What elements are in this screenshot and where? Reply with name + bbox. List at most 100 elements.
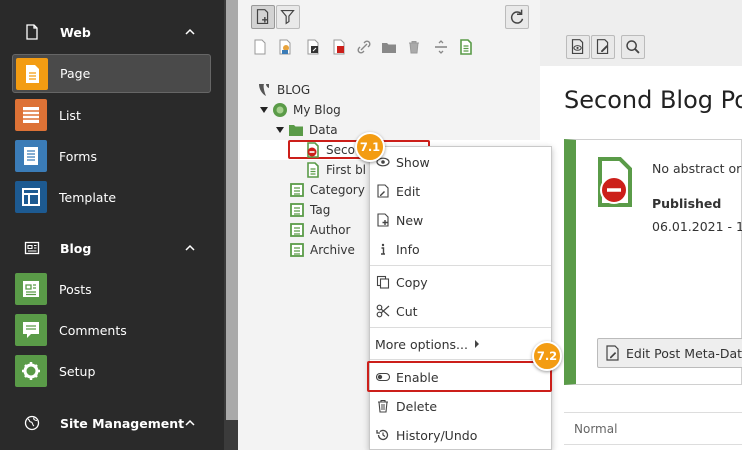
context-menu-copy[interactable]: Copy — [370, 268, 551, 296]
module-forms[interactable]: Forms — [12, 137, 211, 176]
info-icon — [381, 243, 385, 255]
tree-node-archive[interactable]: Archive — [289, 240, 355, 260]
column-label-normal: Normal — [574, 422, 618, 436]
module-list[interactable]: List — [12, 96, 211, 135]
column-divider — [564, 444, 742, 445]
folder-icon[interactable] — [381, 39, 397, 55]
search-icon — [626, 40, 640, 54]
menu-divider — [370, 359, 551, 360]
link-icon[interactable] — [356, 39, 372, 55]
module-label-posts: Posts — [59, 282, 92, 297]
chevron-up-icon — [185, 419, 195, 426]
tree-node-label: Tag — [310, 203, 331, 217]
module-label-forms: Forms — [59, 149, 98, 164]
tree-node-post[interactable]: First bl — [305, 160, 366, 180]
tree-node-label: Data — [309, 123, 338, 137]
tree-node-author[interactable]: Author — [289, 220, 350, 240]
context-menu-edit[interactable]: Edit — [370, 177, 551, 205]
caret-right-icon — [475, 340, 479, 348]
tree-node-selected[interactable]: Seco — [305, 140, 355, 160]
module-group-label: Site Management — [60, 415, 185, 431]
context-menu-more-options[interactable]: More options... — [370, 330, 551, 358]
context-menu-new[interactable]: New — [370, 206, 551, 234]
blog-page-icon — [290, 203, 304, 217]
edit-icon — [377, 184, 389, 198]
module-menu-scrollbar[interactable] — [226, 0, 238, 420]
module-setup[interactable]: Setup — [12, 352, 211, 391]
refresh-icon — [510, 9, 524, 24]
edit-post-meta-label: Edit Post Meta-Data — [626, 345, 742, 361]
external-link-page-icon[interactable] — [331, 39, 347, 55]
module-group-blog[interactable]: Blog — [0, 231, 224, 265]
context-menu-history[interactable]: History/Undo — [370, 421, 551, 449]
tree-node-tag[interactable]: Tag — [289, 200, 330, 220]
search-button[interactable] — [621, 35, 645, 59]
tree-node-site[interactable]: My Blog — [259, 100, 341, 120]
blog-page-icon — [290, 243, 304, 257]
context-menu-label: Cut — [396, 303, 418, 319]
list-module-icon — [15, 99, 47, 131]
new-document-icon — [377, 213, 389, 227]
caret-down-icon — [276, 127, 284, 133]
blog-post-icon — [307, 162, 319, 178]
edit-page-icon — [596, 39, 609, 55]
shortcut-page-icon[interactable] — [305, 39, 321, 55]
context-menu-info[interactable]: Info — [370, 235, 551, 263]
view-page-button[interactable] — [566, 35, 590, 59]
site-globe-icon — [273, 103, 287, 117]
edit-post-meta-button[interactable]: Edit Post Meta-Data — [597, 338, 742, 368]
context-menu-cut[interactable]: Cut — [370, 297, 551, 325]
context-menu-label: More options... — [375, 336, 468, 352]
column-divider — [564, 412, 742, 413]
module-page[interactable]: Page — [12, 54, 211, 93]
tree-node-label: Archive — [310, 243, 355, 257]
caret-down-icon — [260, 107, 268, 113]
new-page-icon — [256, 9, 269, 25]
highlight-box-enable — [367, 361, 552, 392]
module-group-label: Web — [60, 24, 91, 40]
edit-page-properties-button[interactable] — [591, 35, 615, 59]
backend-user-page-icon[interactable] — [277, 39, 293, 55]
context-menu-label: Copy — [396, 274, 428, 290]
history-icon — [376, 429, 389, 441]
copy-icon — [376, 275, 390, 289]
chevron-up-icon — [185, 244, 195, 251]
divider-icon[interactable] — [433, 39, 449, 55]
scissors-icon — [376, 304, 390, 318]
post-status: Published — [652, 196, 722, 211]
typo3-logo-icon — [259, 84, 269, 96]
refresh-button[interactable] — [505, 5, 529, 29]
tree-node-label: First bl — [326, 163, 367, 177]
new-page-toolbar-button[interactable] — [251, 5, 275, 29]
page-title: Second Blog Pos — [564, 86, 742, 114]
module-group-web[interactable]: Web — [0, 15, 224, 49]
document-icon — [26, 24, 38, 40]
recycler-icon[interactable] — [406, 39, 422, 55]
step-badge-2: 7.2 — [532, 341, 562, 371]
module-comments[interactable]: Comments — [12, 311, 211, 350]
context-menu-label: Show — [396, 154, 430, 170]
standard-page-icon[interactable] — [252, 39, 268, 55]
module-template[interactable]: Template — [12, 178, 211, 217]
tree-node-label: My Blog — [293, 103, 341, 117]
tree-node-category[interactable]: Category — [289, 180, 365, 200]
tree-node-folder[interactable]: Data — [275, 120, 338, 140]
posts-module-icon — [15, 273, 47, 305]
filter-icon — [280, 9, 295, 25]
context-menu-delete[interactable]: Delete — [370, 392, 551, 420]
context-menu-show[interactable]: Show — [370, 148, 551, 176]
newspaper-icon — [24, 241, 40, 255]
forms-module-icon — [15, 140, 47, 172]
blog-post-page-icon[interactable] — [458, 39, 474, 55]
module-label-list: List — [59, 108, 81, 123]
menu-divider — [370, 265, 551, 266]
trash-icon — [378, 399, 388, 413]
module-posts[interactable]: Posts — [12, 270, 211, 309]
tree-node-root[interactable]: BLOG — [256, 80, 310, 100]
context-menu-label: New — [396, 212, 424, 228]
setup-module-icon — [15, 355, 47, 387]
template-module-icon — [15, 181, 47, 213]
filter-button[interactable] — [276, 5, 300, 29]
module-label-template: Template — [59, 190, 117, 205]
module-group-site-management[interactable]: Site Management — [0, 406, 224, 440]
